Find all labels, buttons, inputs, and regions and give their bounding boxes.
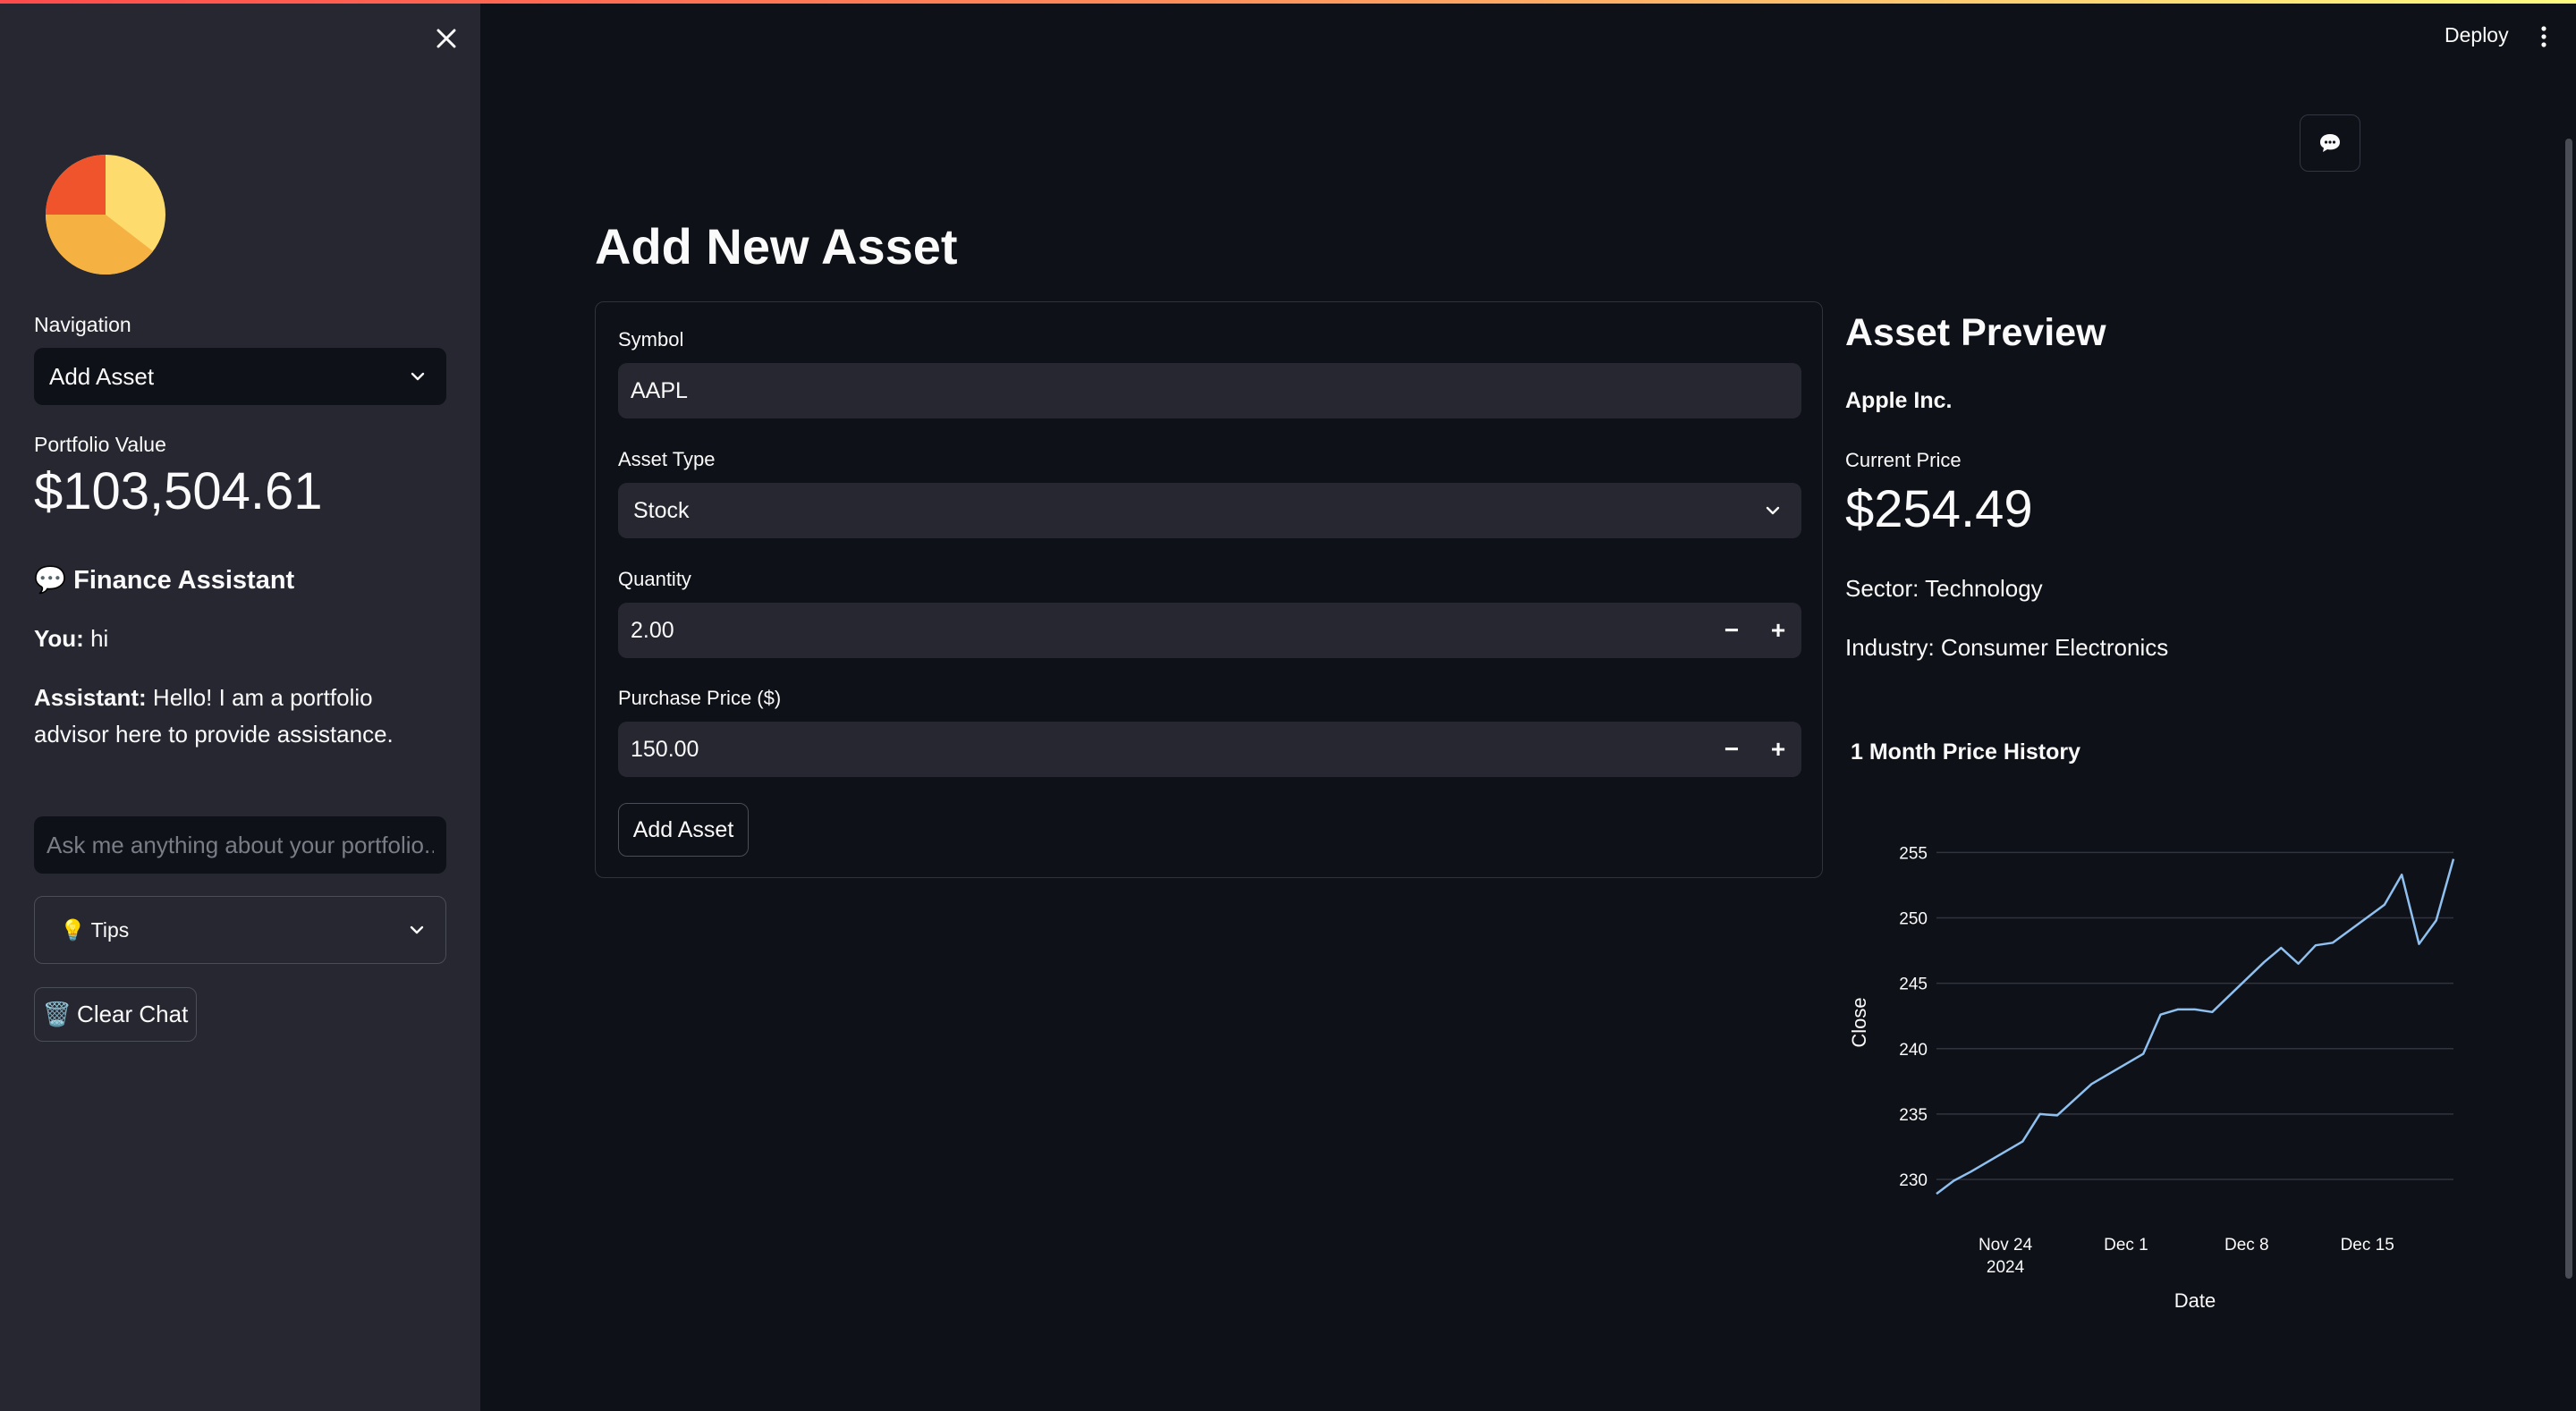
purchase-price-value: 150.00 (631, 736, 699, 762)
tips-expander[interactable]: 💡 Tips (34, 896, 446, 964)
clear-chat-button[interactable]: 🗑️ Clear Chat (34, 987, 197, 1042)
lightbulb-icon: 💡 (60, 917, 86, 942)
quantity-label: Quantity (618, 568, 691, 590)
tips-label: Tips (90, 917, 130, 942)
company-name: Apple Inc. (1845, 388, 1953, 413)
main-menu-icon[interactable] (2537, 23, 2551, 50)
chat-message-assistant: Assistant: Hello! I am a portfolio advis… (34, 680, 445, 753)
y-tick-label: 240 (1899, 1041, 1928, 1060)
navigation-selected-value: Add Asset (49, 362, 155, 390)
quantity-stepper[interactable]: 2.00 − + (618, 603, 1801, 658)
portfolio-pie-logo (45, 154, 166, 275)
y-tick-label: 245 (1899, 976, 1928, 994)
add-asset-form: Symbol AAPL Asset Type Stock Quantity 2.… (595, 301, 1823, 878)
sidebar: Navigation Add Asset Portfolio Value $10… (0, 0, 480, 1411)
purchase-price-label: Purchase Price ($) (618, 687, 782, 709)
trash-icon: 🗑️ (42, 1001, 72, 1027)
chat-message-user: You: hi (34, 621, 445, 657)
page-title: Add New Asset (595, 218, 958, 275)
speech-bubble-icon: 💬 (34, 566, 67, 595)
portfolio-value-label: Portfolio Value (34, 433, 166, 456)
symbol-label: Symbol (618, 328, 684, 351)
chevron-down-icon (1766, 506, 1780, 515)
x-tick-label: Dec 1 (2104, 1236, 2148, 1255)
chat-speaker: Assistant: (34, 684, 147, 711)
symbol-input[interactable]: AAPL (618, 363, 1801, 418)
current-price-label: Current Price (1845, 449, 1962, 471)
scrollbar[interactable] (2565, 139, 2572, 1279)
x-tick-sublabel: 2024 (1987, 1258, 2025, 1277)
chat-bubble-icon (2320, 134, 2340, 152)
quantity-increment-button[interactable]: + (1755, 603, 1801, 658)
chevron-down-icon (411, 372, 425, 381)
y-tick-label: 230 (1899, 1171, 1928, 1190)
y-tick-label: 255 (1899, 844, 1928, 863)
chat-text: hi (83, 625, 109, 652)
chat-bubble-button[interactable] (2300, 114, 2360, 172)
navigation-label: Navigation (34, 313, 131, 336)
symbol-value: AAPL (631, 377, 688, 403)
clear-chat-label: Clear Chat (77, 1001, 189, 1027)
finance-assistant-title: Finance Assistant (73, 565, 295, 595)
portfolio-value: $103,504.61 (34, 462, 323, 520)
quantity-decrement-button[interactable]: − (1708, 603, 1755, 658)
asset-type-label: Asset Type (618, 448, 716, 470)
chat-speaker: You: (34, 625, 84, 652)
asset-preview-title: Asset Preview (1845, 311, 2106, 354)
x-tick-label: Dec 8 (2224, 1236, 2269, 1255)
x-axis-label: Date (2174, 1289, 2216, 1312)
price-history-chart: 230 235 240 245 250 255 Nov 24 2024 Dec 1 Dec 8 De… (1848, 844, 2455, 1312)
y-axis-label: Close (1848, 997, 1870, 1047)
y-tick-label: 250 (1899, 909, 1928, 928)
quantity-value: 2.00 (631, 617, 674, 643)
close-sidebar-icon[interactable] (431, 23, 462, 54)
price-series-line (1936, 858, 2455, 1196)
asset-type-select[interactable]: Stock (618, 483, 1801, 538)
current-price-value: $254.49 (1845, 480, 2033, 538)
y-tick-label: 235 (1899, 1106, 1928, 1125)
industry-text: Industry: Consumer Electronics (1845, 634, 2169, 661)
chart-title: 1 Month Price History (1851, 739, 2080, 765)
chevron-down-icon (410, 925, 424, 934)
top-progress-line (0, 0, 2576, 4)
navigation-select[interactable]: Add Asset (34, 348, 446, 405)
add-asset-button[interactable]: Add Asset (618, 803, 749, 857)
x-tick-label: Dec 15 (2341, 1236, 2394, 1255)
chat-input[interactable] (34, 816, 446, 874)
asset-type-value: Stock (633, 497, 690, 523)
price-increment-button[interactable]: + (1755, 722, 1801, 777)
price-decrement-button[interactable]: − (1708, 722, 1755, 777)
sector-text: Sector: Technology (1845, 575, 2043, 602)
x-tick-label: Nov 24 (1979, 1236, 2033, 1255)
purchase-price-stepper[interactable]: 150.00 − + (618, 722, 1801, 777)
finance-assistant-heading: 💬 Finance Assistant (34, 565, 294, 596)
deploy-button[interactable]: Deploy (2445, 23, 2509, 47)
